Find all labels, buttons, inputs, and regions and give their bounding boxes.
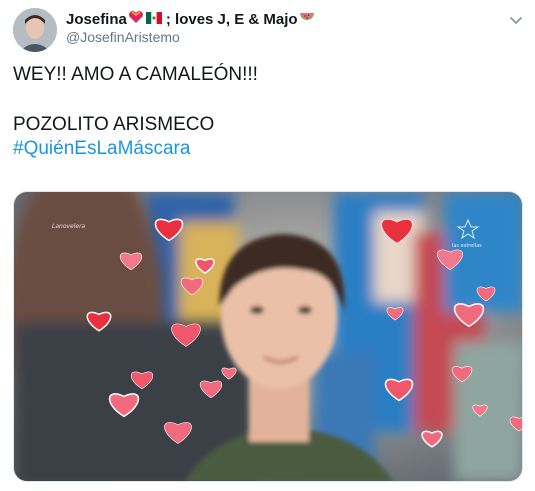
- chevron-down-icon[interactable]: [509, 12, 523, 25]
- mexico-flag-emoji: [145, 11, 162, 28]
- watermelon-emoji: [299, 10, 315, 28]
- avatar[interactable]: [13, 8, 57, 52]
- user-handle[interactable]: @JosefinAristemo: [66, 29, 180, 45]
- avatar-photo: [13, 8, 57, 52]
- tweet-media-gif[interactable]: Lanovelera las estrellas: [13, 191, 523, 482]
- tweet-line-2: POZOLITO ARISMECO: [13, 114, 215, 135]
- tweet-card[interactable]: Josefina ; loves J, E & Majo @JosefinAri…: [0, 0, 535, 491]
- hashtag-link[interactable]: #QuiénEsLaMáscara: [13, 138, 190, 159]
- heart-with-ribbon-emoji: [128, 10, 144, 28]
- display-name-row[interactable]: Josefina ; loves J, E & Majo: [66, 9, 316, 29]
- tweet-line-1: WEY!! AMO A CAMALEÓN!!!: [13, 64, 258, 85]
- watermark-left: Lanovelera: [52, 223, 86, 230]
- media-image: Lanovelera las estrellas: [14, 192, 522, 481]
- display-name[interactable]: Josefina: [66, 11, 127, 28]
- display-name-suffix: ; loves J, E & Majo: [165, 10, 298, 28]
- tweet-text: WEY!! AMO A CAMALEÓN!!! POZOLITO ARISMEC…: [13, 63, 523, 161]
- watermark-right: las estrellas: [452, 243, 482, 249]
